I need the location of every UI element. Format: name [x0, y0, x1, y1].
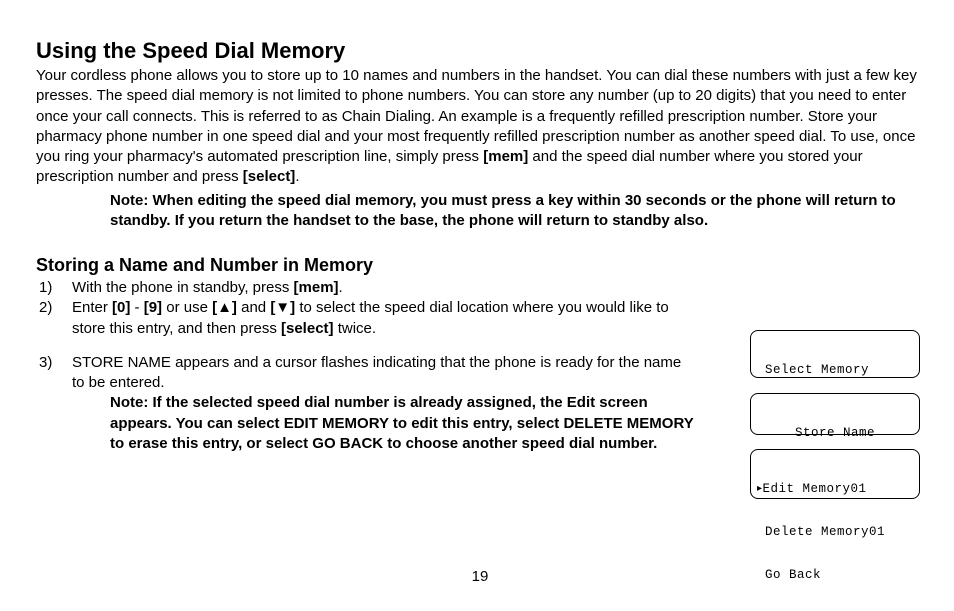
lcd-line: Select Memory	[757, 363, 913, 377]
step-number: 3)	[36, 353, 72, 394]
step-number: 2)	[36, 298, 72, 339]
lcd-edit-memory: ▸Edit Memory01 Delete Memory01 Go Back	[750, 449, 920, 499]
heading: Using the Speed Dial Memory	[36, 38, 924, 64]
intro-paragraph: Your cordless phone allows you to store …	[36, 66, 924, 188]
subheading: Storing a Name and Number in Memory	[36, 255, 924, 276]
step-number: 1)	[36, 278, 72, 298]
page-number: 19	[36, 568, 924, 585]
lcd-select-memory: Select Memory 01▸ 02 JOHN DOE	[750, 330, 920, 378]
step-1: 1) With the phone in standby, press [mem…	[36, 278, 924, 298]
editing-timeout-note: Note: When editing the speed dial memory…	[36, 191, 924, 232]
lcd-line: ▸Edit Memory01	[757, 482, 913, 496]
step-text: With the phone in standby, press [mem].	[72, 278, 924, 298]
lcd-line: Store Name	[757, 426, 913, 440]
lcd-line: Delete Memory01	[757, 525, 913, 539]
lcd-store-name: Store Name	[750, 393, 920, 435]
